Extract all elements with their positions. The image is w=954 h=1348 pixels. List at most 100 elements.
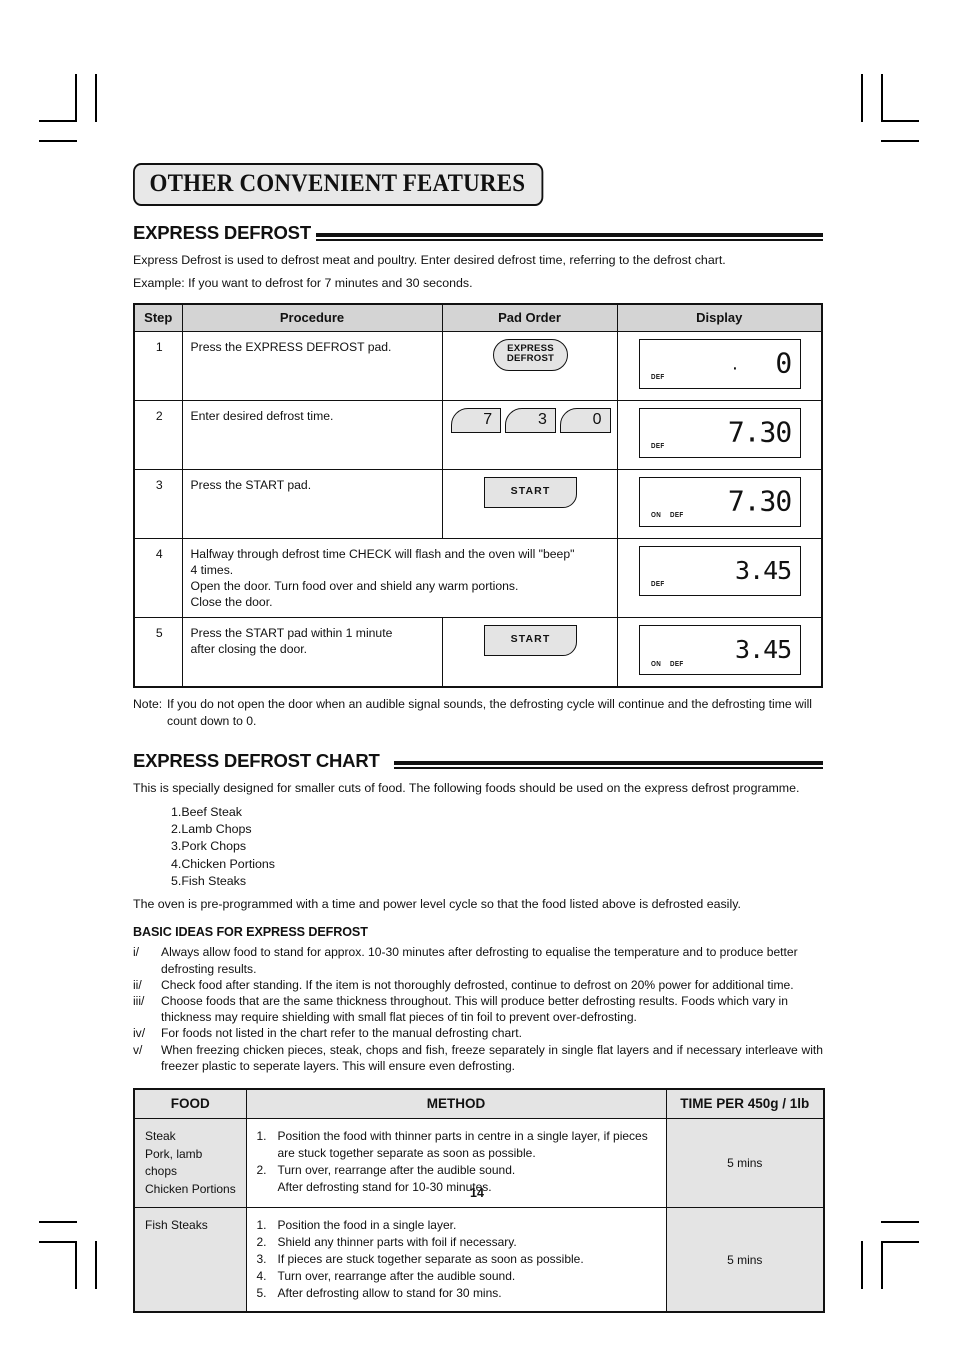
heading-rule <box>393 760 823 771</box>
list-marker: iv/ <box>133 1026 146 1041</box>
display-annunciators: DEF <box>651 441 665 451</box>
annunciator-def: DEF <box>651 579 665 589</box>
food-line: Pork, lamb <box>145 1146 203 1161</box>
step-text: Position the food in a single layer. <box>277 1218 457 1233</box>
pad-label-line1: EXPRESS <box>507 342 554 354</box>
number-pad-0[interactable]: 0 <box>559 407 611 434</box>
procedure-line: Open the door. Turn food over and shield… <box>190 579 519 594</box>
annunciator-def: DEF <box>670 658 684 668</box>
step-number: 3. <box>256 1252 267 1267</box>
food-line: Fish Steaks <box>145 1218 208 1233</box>
pad-order-cell: START <box>441 468 618 540</box>
step-number: 1. <box>256 1218 267 1233</box>
express-defrost-pad[interactable]: EXPRESS DEFROST <box>492 338 569 372</box>
oven-display: 7.30 DEF <box>639 407 802 458</box>
step-text: Shield any thinner parts with foil if ne… <box>277 1235 517 1250</box>
column-header-food: FOOD <box>133 1088 247 1120</box>
pad-order-cell: 7 3 0 <box>441 399 618 470</box>
list-marker: ii/ <box>133 977 142 992</box>
procedure-line: Press the START pad within 1 minute <box>190 626 393 641</box>
food-chart-table: FOOD METHOD TIME PER 450g / 1lb Steak Po… <box>133 1088 825 1314</box>
annunciator-def: DEF <box>670 510 684 520</box>
table-row: 4 Halfway through defrost time CHECK wil… <box>133 537 823 619</box>
list-item: iv/ For foods not listed in the chart re… <box>133 1025 823 1041</box>
crop-mark-bottom-right-horizontal-outer <box>881 1221 919 1223</box>
step-procedure-text: Enter desired defrost time. <box>181 399 443 470</box>
step-number: 4 <box>133 537 183 619</box>
step-text: Position the food with thinner parts in … <box>277 1129 648 1161</box>
step-text: Turn over, rearrange after the audible s… <box>277 1269 516 1284</box>
food-line: chops <box>145 1164 178 1179</box>
crop-mark-top-right-vertical-inner <box>881 74 883 122</box>
crop-mark-bottom-left-vertical-outer <box>95 1241 97 1289</box>
step-number: 5 <box>133 617 183 688</box>
display-annunciators: ON DEF <box>651 659 684 669</box>
procedure-table: Step Procedure Pad Order Display 1 Press… <box>133 302 823 689</box>
section-title: EXPRESS DEFROST <box>133 222 311 243</box>
step-number: 3 <box>133 468 183 540</box>
step-procedure-text: Press the EXPRESS DEFROST pad. <box>181 330 443 401</box>
step-text: Turn over, rearrange after the audible s… <box>277 1163 516 1178</box>
list-marker: i/ <box>133 945 140 960</box>
step-procedure-text: Press the START pad within 1 minute afte… <box>181 617 443 688</box>
procedure-line: Halfway through defrost time CHECK will … <box>190 547 575 561</box>
page-number: 14 <box>470 1186 484 1200</box>
oven-display: 3.45 ON DEF <box>639 625 802 676</box>
annunciator-on: ON <box>651 658 662 668</box>
display-value: 3.45 <box>735 635 792 665</box>
note-label: Note: <box>133 697 163 712</box>
start-pad[interactable]: START <box>483 476 578 508</box>
food-line: Steak <box>145 1129 176 1144</box>
crop-mark-bottom-right-horizontal-inner <box>881 1241 919 1243</box>
crop-mark-top-left-vertical-inner <box>75 74 77 122</box>
method-step: 3. If pieces are stuck together separate… <box>257 1251 658 1268</box>
annunciator-def: DEF <box>651 371 665 381</box>
step-number: 2. <box>256 1163 267 1178</box>
method-step: 1. Position the food with thinner parts … <box>257 1128 658 1162</box>
oven-display: 3.45 DEF <box>639 546 802 596</box>
column-header-pad-order: Pad Order <box>441 303 618 332</box>
list-item: 4.Chicken Portions <box>171 856 275 871</box>
number-pad-3[interactable]: 3 <box>505 407 556 434</box>
section-heading-express-defrost: EXPRESS DEFROST <box>133 222 823 243</box>
display-value: 7.30 <box>727 415 792 449</box>
display-cell: 7.30 ON DEF <box>616 468 823 540</box>
display-annunciators: ON DEF <box>651 510 684 520</box>
list-item: 3.Pork Chops <box>171 839 247 854</box>
step-text: After defrosting allow to stand for 30 m… <box>277 1286 502 1301</box>
display-annunciators: DEF <box>651 579 665 589</box>
list-item: i/ Always allow food to stand for approx… <box>133 944 823 976</box>
start-pad[interactable]: START <box>483 625 578 657</box>
pad-label-line2: DEFROST <box>506 353 555 365</box>
display-cell: · 0 DEF <box>616 330 823 401</box>
method-step: 1. Position the food in a single layer. <box>257 1217 658 1234</box>
number-pad-7[interactable]: 7 <box>450 407 502 434</box>
method-steps: 1. Position the food in a single layer. … <box>245 1207 667 1313</box>
list-item: 2.Lamb Chops <box>171 822 252 837</box>
column-header-display: Display <box>616 303 823 332</box>
suitable-foods-list: 1.Beef Steak 2.Lamb Chops 3.Pork Chops 4… <box>133 804 823 890</box>
crop-mark-top-left-horizontal-inner <box>39 120 77 122</box>
display-annunciators: DEF <box>651 372 665 382</box>
step-procedure-text: Halfway through defrost time CHECK will … <box>181 537 618 619</box>
express-defrost-intro: Express Defrost is used to defrost meat … <box>133 252 726 267</box>
display-value: 0 <box>775 346 792 380</box>
list-text: When freezing chicken pieces, steak, cho… <box>161 1042 823 1073</box>
page-title-banner: OTHER CONVENIENT FEATURES <box>133 163 544 206</box>
time-per-unit: 5 mins <box>665 1207 825 1313</box>
column-header-method: METHOD <box>245 1088 667 1120</box>
display-value: 7.30 <box>727 484 792 518</box>
food-chart-header-row: FOOD METHOD TIME PER 450g / 1lb <box>133 1088 825 1120</box>
method-list: 1. Position the food in a single layer. … <box>257 1217 658 1302</box>
crop-mark-bottom-left-horizontal-inner <box>39 1241 77 1243</box>
note: Note: If you do not open the door when a… <box>133 696 823 730</box>
table-row: 1 Press the EXPRESS DEFROST pad. EXPRESS… <box>133 330 823 401</box>
section-heading-express-defrost-chart: EXPRESS DEFROST CHART <box>133 752 823 771</box>
list-item: iii/ Choose foods that are the same thic… <box>133 993 823 1025</box>
step-procedure-text: Press the START pad. <box>181 468 443 540</box>
crop-mark-bottom-right-vertical-inner <box>881 1241 883 1289</box>
basic-ideas-list: i/ Always allow food to stand for approx… <box>133 944 823 1074</box>
column-header-step: Step <box>133 303 183 332</box>
list-item: 5.Fish Steaks <box>171 873 247 888</box>
heading-rule <box>315 232 823 243</box>
